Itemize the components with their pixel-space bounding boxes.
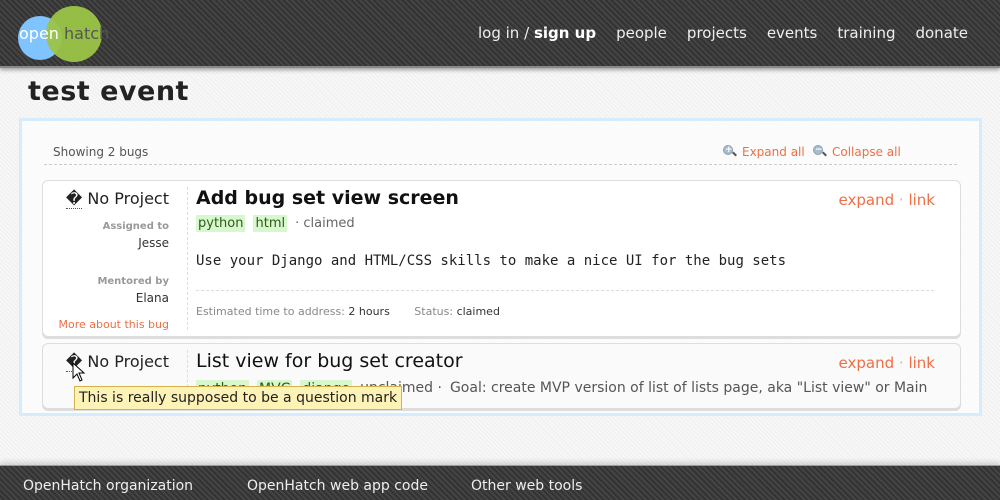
bug-meta: Estimated time to address: 2 hours Statu… xyxy=(196,305,500,318)
nav-people[interactable]: people xyxy=(616,24,667,42)
zoom-in-icon: + xyxy=(723,145,737,159)
tooltip: This is really supposed to be a question… xyxy=(74,386,403,410)
nav-donate[interactable]: donate xyxy=(915,24,968,42)
tag[interactable]: python xyxy=(196,215,246,232)
project-name: � No Project xyxy=(65,189,169,209)
permalink[interactable]: link xyxy=(908,191,935,209)
collapse-all-button[interactable]: − Collapse all xyxy=(813,145,901,159)
mentor: Elana xyxy=(135,291,169,305)
bug-list-panel: Showing 2 bugs + Expand all − Collapse a… xyxy=(19,118,982,416)
project-label: No Project xyxy=(87,189,169,208)
nav-training[interactable]: training xyxy=(837,24,895,42)
claimed-status: · claimed xyxy=(295,216,355,231)
estimate-value: 2 hours xyxy=(348,305,390,318)
logo-text-open: open xyxy=(19,24,59,43)
project-icon[interactable]: � xyxy=(65,189,83,209)
column-divider xyxy=(187,187,188,330)
mouse-pointer-icon xyxy=(72,362,86,382)
bug-summary: Goal: create MVP version of list of list… xyxy=(449,380,932,396)
permalink[interactable]: link xyxy=(908,354,935,372)
bug-actions: expand · link xyxy=(839,354,935,372)
description-divider xyxy=(196,290,934,291)
openhatch-logo[interactable]: open hatch xyxy=(18,6,110,64)
status-label: Status: xyxy=(414,305,454,318)
estimate-label: Estimated time to address: xyxy=(196,305,345,318)
footer-link-other-tools[interactable]: Other web tools xyxy=(471,478,582,494)
login-link[interactable]: log in xyxy=(478,24,519,42)
separator: · xyxy=(898,354,904,372)
collapse-all-label: Collapse all xyxy=(832,145,901,159)
bug-actions: expand · link xyxy=(839,191,935,209)
nav-events[interactable]: events xyxy=(767,24,818,42)
toolbar-divider xyxy=(44,164,957,165)
login-separator: / xyxy=(524,24,530,42)
expand-all-button[interactable]: + Expand all xyxy=(723,145,805,159)
logo-text-hatch: hatch xyxy=(64,24,110,43)
header-bar: open hatch log in / sign up people proje… xyxy=(0,0,1000,68)
assignee: Jesse xyxy=(138,236,169,250)
bug-title: Add bug set view screen xyxy=(196,187,459,209)
separator: · xyxy=(898,191,904,209)
status-value: claimed xyxy=(456,305,500,318)
bug-description: Use your Django and HTML/CSS skills to m… xyxy=(196,253,787,269)
login-signup: log in / sign up xyxy=(478,24,596,42)
bug-card: � No Project Assigned to Jesse Mentored … xyxy=(42,180,961,337)
footer-link-webapp-code[interactable]: OpenHatch web app code xyxy=(247,478,428,494)
mentored-label: Mentored by xyxy=(97,276,169,287)
project-label: No Project xyxy=(87,352,169,371)
tag[interactable]: html xyxy=(253,215,288,232)
zoom-out-icon: − xyxy=(813,145,827,159)
expand-all-label: Expand all xyxy=(742,145,805,159)
footer: OpenHatch organization OpenHatch web app… xyxy=(0,465,1000,500)
more-about-bug-link[interactable]: More about this bug xyxy=(58,318,169,331)
page-title: test event xyxy=(28,76,189,107)
main-nav: log in / sign up people projects events … xyxy=(478,24,968,42)
nav-projects[interactable]: projects xyxy=(687,24,747,42)
footer-link-organization[interactable]: OpenHatch organization xyxy=(23,478,193,494)
signup-link[interactable]: sign up xyxy=(534,24,596,42)
expand-link[interactable]: expand xyxy=(839,191,895,209)
expand-link[interactable]: expand xyxy=(839,354,895,372)
bug-count: Showing 2 bugs xyxy=(53,145,149,159)
bug-tags: python html · claimed xyxy=(196,215,355,232)
bug-title: List view for bug set creator xyxy=(196,350,463,372)
assigned-label: Assigned to xyxy=(102,221,169,232)
